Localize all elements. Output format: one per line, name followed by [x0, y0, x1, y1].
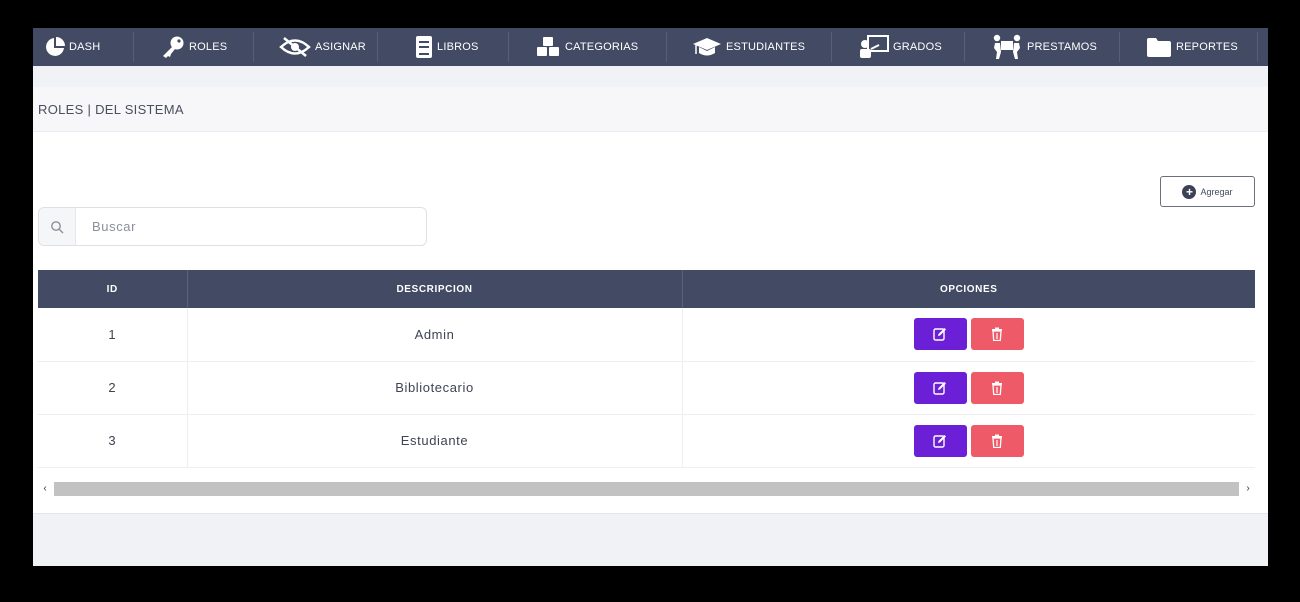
delete-button[interactable]: [970, 424, 1024, 457]
chalkboard-teacher-icon: [859, 35, 889, 59]
nav-divider: [253, 32, 254, 62]
table-row: 1 Admin: [38, 308, 1255, 361]
book-icon: [415, 35, 433, 59]
pie-chart-icon: [45, 37, 65, 57]
roles-table: ID DESCRIPCION OPCIONES 1 Admin 2 Biblio…: [38, 270, 1255, 468]
delete-button[interactable]: [970, 318, 1024, 351]
cell-descripcion: Admin: [187, 308, 683, 361]
trash-icon: [992, 434, 1003, 448]
nav-item-reportes[interactable]: REPORTES: [1146, 28, 1238, 66]
top-navbar: DASH ROLES ASIGNAR LIBROS CATEGORIAS EST…: [33, 28, 1268, 66]
nav-label: ASIGNAR: [315, 41, 366, 53]
plus-circle-icon: +: [1182, 184, 1197, 199]
cell-opciones: [682, 414, 1255, 467]
sub-bar: [33, 66, 1268, 87]
search-input[interactable]: [76, 208, 426, 245]
nav-label: REPORTES: [1176, 41, 1238, 53]
edit-icon: [933, 434, 947, 448]
nav-divider: [1119, 32, 1120, 62]
page-header: ROLES | DEL SISTEMA: [33, 87, 1268, 132]
footer-bar: [33, 513, 1268, 566]
scroll-left-arrow[interactable]: ‹: [38, 483, 52, 494]
search-box: [38, 207, 427, 246]
eye-slash-icon: [279, 36, 311, 58]
cell-opciones: [682, 308, 1255, 361]
nav-label: PRESTAMOS: [1027, 41, 1098, 53]
nav-divider: [666, 32, 667, 62]
nav-divider: [831, 32, 832, 62]
nav-label: DASH: [69, 41, 101, 53]
nav-item-categorias[interactable]: CATEGORIAS: [535, 28, 638, 66]
key-icon: [161, 36, 185, 58]
cubes-icon: [535, 36, 561, 58]
delete-button[interactable]: [970, 371, 1024, 404]
nav-label: ROLES: [189, 41, 228, 53]
app-window: DASH ROLES ASIGNAR LIBROS CATEGORIAS EST…: [33, 28, 1268, 566]
nav-divider: [1257, 32, 1258, 62]
nav-label: GRADOS: [893, 41, 942, 53]
nav-divider: [508, 32, 509, 62]
nav-item-prestamos[interactable]: PRESTAMOS: [991, 28, 1097, 66]
graduation-cap-icon: [692, 36, 722, 58]
add-button[interactable]: + Agregar: [1160, 176, 1255, 207]
table-row: 2 Bibliotecario: [38, 361, 1255, 414]
table-row: 3 Estudiante: [38, 414, 1255, 467]
cell-opciones: [682, 361, 1255, 414]
nav-item-libros[interactable]: LIBROS: [415, 28, 479, 66]
trash-icon: [992, 381, 1003, 395]
edit-button[interactable]: [913, 318, 967, 351]
nav-divider: [964, 32, 965, 62]
column-header-descripcion[interactable]: DESCRIPCION: [187, 270, 683, 308]
scroll-thumb[interactable]: [54, 481, 1239, 496]
nav-divider: [377, 32, 378, 62]
column-header-id[interactable]: ID: [38, 270, 188, 308]
edit-button[interactable]: [913, 424, 967, 457]
add-button-label: Agregar: [1200, 186, 1233, 197]
cell-descripcion: Estudiante: [187, 414, 683, 467]
edit-icon: [933, 328, 947, 341]
search-icon: [39, 208, 76, 245]
page-title: ROLES | DEL SISTEMA: [38, 101, 184, 117]
nav-item-estudiantes[interactable]: ESTUDIANTES: [692, 28, 805, 66]
nav-label: ESTUDIANTES: [726, 41, 806, 53]
nav-item-roles[interactable]: ROLES: [161, 28, 227, 66]
edit-icon: [933, 381, 947, 395]
cell-id: 1: [38, 308, 188, 361]
nav-item-grados[interactable]: GRADOS: [859, 28, 942, 66]
cell-descripcion: Bibliotecario: [187, 361, 683, 414]
nav-label: CATEGORIAS: [565, 41, 639, 53]
nav-label: LIBROS: [437, 41, 479, 53]
edit-button[interactable]: [913, 371, 967, 404]
nav-item-dash[interactable]: DASH: [45, 28, 100, 66]
trash-icon: [992, 327, 1003, 342]
scroll-right-arrow[interactable]: ›: [1241, 483, 1255, 494]
table-header-row: ID DESCRIPCION OPCIONES: [38, 270, 1255, 308]
horizontal-scrollbar[interactable]: ‹ ›: [38, 481, 1255, 496]
nav-divider: [133, 32, 134, 62]
people-carry-icon: [991, 34, 1023, 60]
nav-item-asignar[interactable]: ASIGNAR: [279, 28, 366, 66]
folder-icon: [1146, 37, 1172, 57]
cell-id: 2: [38, 361, 188, 414]
column-header-opciones: OPCIONES: [939, 283, 998, 295]
cell-id: 3: [38, 414, 188, 467]
